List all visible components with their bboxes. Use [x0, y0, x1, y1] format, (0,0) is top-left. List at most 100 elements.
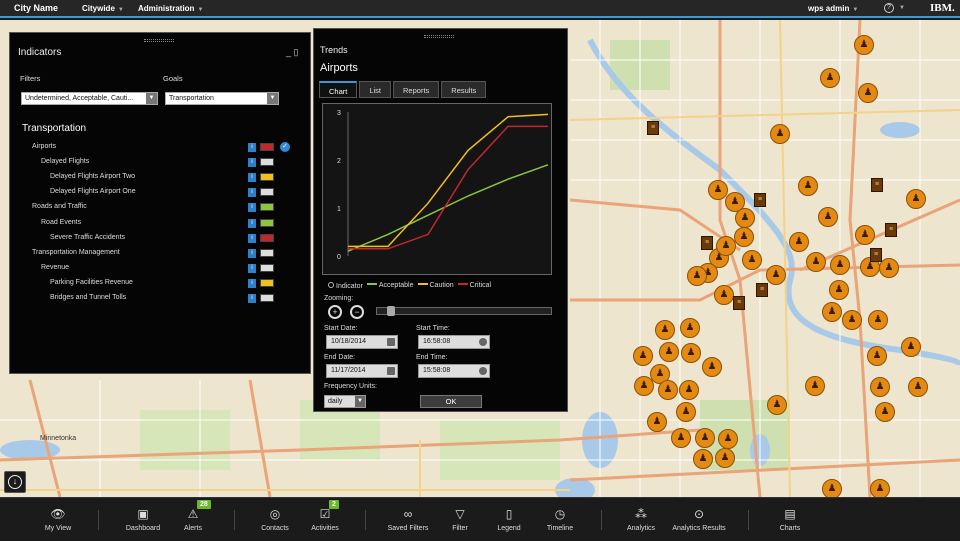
legend-item[interactable]: Indicator	[324, 282, 363, 290]
incident-marker-icon[interactable]: ♟	[734, 227, 754, 247]
toolbar-timeline-button[interactable]: ◷ Timeline	[530, 498, 590, 541]
facility-marker-icon[interactable]: ≡	[871, 178, 883, 192]
incident-marker-icon[interactable]: ♟	[822, 479, 842, 499]
indicator-label[interactable]: Transportation Management	[32, 249, 120, 256]
incident-marker-icon[interactable]: ♟	[671, 428, 691, 448]
indicator-row[interactable]: Airports i ✓	[10, 142, 300, 157]
incident-marker-icon[interactable]: ♟	[855, 225, 875, 245]
toolbar-activities-button[interactable]: ☑ Activities 2	[295, 498, 355, 541]
toolbar-my-view-button[interactable]: 👁 My View	[28, 498, 88, 541]
indicator-row[interactable]: Revenue i	[10, 263, 300, 278]
incident-marker-icon[interactable]: ♟	[789, 232, 809, 252]
goals-select[interactable]: Transportation ▼	[165, 92, 279, 105]
toolbar-saved-filters-button[interactable]: ∞ Saved Filters	[378, 498, 438, 541]
indicator-label[interactable]: Airports	[32, 143, 56, 150]
zoom-out-icon[interactable]: −	[350, 305, 364, 319]
indicator-label[interactable]: Delayed Flights	[41, 158, 89, 165]
chevron-down-icon[interactable]: ▼	[899, 5, 905, 11]
tab-chart[interactable]: Chart	[319, 81, 358, 98]
trend-chart[interactable]: 0 1 2 3	[322, 103, 552, 275]
incident-marker-icon[interactable]: ♟	[805, 376, 825, 396]
incident-marker-icon[interactable]: ♟	[858, 83, 878, 103]
info-icon[interactable]: i	[248, 218, 256, 228]
indicator-label[interactable]: Road Events	[41, 219, 81, 226]
incident-marker-icon[interactable]: ♟	[870, 479, 890, 499]
start-date-input[interactable]: 10/18/2014	[326, 335, 398, 349]
incident-marker-icon[interactable]: ♟	[676, 402, 696, 422]
indicator-label[interactable]: Bridges and Tunnel Tolls	[50, 294, 126, 301]
incident-marker-icon[interactable]: ♟	[680, 318, 700, 338]
frequency-units-select[interactable]: daily ▼	[324, 395, 366, 408]
indicator-row[interactable]: Delayed Flights Airport Two i	[10, 173, 300, 187]
tab-results[interactable]: Results	[441, 81, 487, 98]
indicator-label[interactable]: Delayed Flights Airport Two	[50, 173, 135, 180]
incident-marker-icon[interactable]: ♟	[901, 337, 921, 357]
indicator-label[interactable]: Roads and Traffic	[32, 203, 87, 210]
toolbar-analytics-results-button[interactable]: ⊙ Analytics Results	[669, 498, 729, 541]
indicator-row[interactable]: Roads and Traffic i	[10, 203, 300, 217]
facility-marker-icon[interactable]: ≡	[733, 296, 745, 310]
info-icon[interactable]: i	[248, 233, 256, 243]
facility-marker-icon[interactable]: ≡	[701, 236, 713, 250]
calendar-icon[interactable]	[387, 367, 395, 375]
incident-marker-icon[interactable]: ♟	[687, 266, 707, 286]
legend-item[interactable]: Critical	[454, 282, 491, 290]
incident-marker-icon[interactable]: ♟	[695, 428, 715, 448]
collapse-panels-button[interactable]: ↓	[4, 471, 26, 493]
indicator-row[interactable]: Severe Traffic Accidents i	[10, 233, 300, 248]
end-date-input[interactable]: 11/17/2014	[326, 364, 398, 378]
zoom-in-icon[interactable]: +	[328, 305, 342, 319]
facility-marker-icon[interactable]: ≡	[885, 223, 897, 237]
info-icon[interactable]: i	[248, 143, 256, 152]
facility-marker-icon[interactable]: ≡	[870, 248, 882, 262]
toolbar-charts-button[interactable]: ▤ Charts	[760, 498, 820, 541]
incident-marker-icon[interactable]: ♟	[655, 320, 675, 340]
drag-handle[interactable]	[144, 39, 174, 42]
ok-button[interactable]: OK	[420, 395, 482, 408]
facility-marker-icon[interactable]: ≡	[647, 121, 659, 135]
incident-marker-icon[interactable]: ♟	[716, 236, 736, 256]
indicator-label[interactable]: Severe Traffic Accidents	[50, 234, 125, 241]
clock-icon[interactable]	[479, 367, 487, 375]
end-time-input[interactable]: 15:58:08	[418, 364, 490, 378]
info-icon[interactable]: i	[248, 248, 256, 258]
incident-marker-icon[interactable]: ♟	[806, 252, 826, 272]
incident-marker-icon[interactable]: ♟	[875, 402, 895, 422]
checkmark-icon[interactable]: ✓	[280, 142, 290, 152]
calendar-icon[interactable]	[387, 338, 395, 346]
incident-marker-icon[interactable]: ♟	[735, 208, 755, 228]
incident-marker-icon[interactable]: ♟	[830, 255, 850, 275]
toolbar-analytics-button[interactable]: ⁂ Analytics	[611, 498, 671, 541]
info-icon[interactable]: i	[248, 203, 256, 213]
indicator-row[interactable]: Parking Facilities Revenue i	[10, 278, 300, 293]
legend-item[interactable]: Acceptable	[363, 282, 414, 290]
legend-item[interactable]: Caution	[414, 282, 454, 290]
city-name-menu[interactable]: City Name	[0, 3, 82, 13]
incident-marker-icon[interactable]: ♟	[659, 342, 679, 362]
toolbar-alerts-button[interactable]: ⚠ Alerts 28	[163, 498, 223, 541]
info-icon[interactable]: i	[248, 188, 256, 198]
incident-marker-icon[interactable]: ♟	[647, 412, 667, 432]
indicator-label[interactable]: Revenue	[41, 264, 69, 271]
info-icon[interactable]: i	[248, 158, 256, 168]
incident-marker-icon[interactable]: ♟	[718, 429, 738, 449]
incident-marker-icon[interactable]: ♟	[870, 377, 890, 397]
incident-marker-icon[interactable]: ♟	[766, 265, 786, 285]
filters-select[interactable]: Undetermined, Acceptable, Cauti... ▼	[21, 92, 158, 105]
incident-marker-icon[interactable]: ♟	[820, 68, 840, 88]
incident-marker-icon[interactable]: ♟	[633, 346, 653, 366]
indicator-row[interactable]: Transportation Management i	[10, 248, 300, 263]
slider-thumb[interactable]	[387, 306, 395, 316]
incident-marker-icon[interactable]: ♟	[818, 207, 838, 227]
clock-icon[interactable]	[479, 338, 487, 346]
tab-list[interactable]: List	[359, 81, 392, 98]
help-icon[interactable]: ?	[884, 3, 894, 13]
incident-marker-icon[interactable]: ♟	[822, 302, 842, 322]
incident-marker-icon[interactable]: ♟	[702, 357, 722, 377]
facility-marker-icon[interactable]: ≡	[756, 283, 768, 297]
incident-marker-icon[interactable]: ♟	[842, 310, 862, 330]
citywide-menu[interactable]: Citywide ▼	[82, 4, 138, 13]
incident-marker-icon[interactable]: ♟	[714, 285, 734, 305]
incident-marker-icon[interactable]: ♟	[908, 377, 928, 397]
indicator-label[interactable]: Parking Facilities Revenue	[50, 279, 133, 286]
